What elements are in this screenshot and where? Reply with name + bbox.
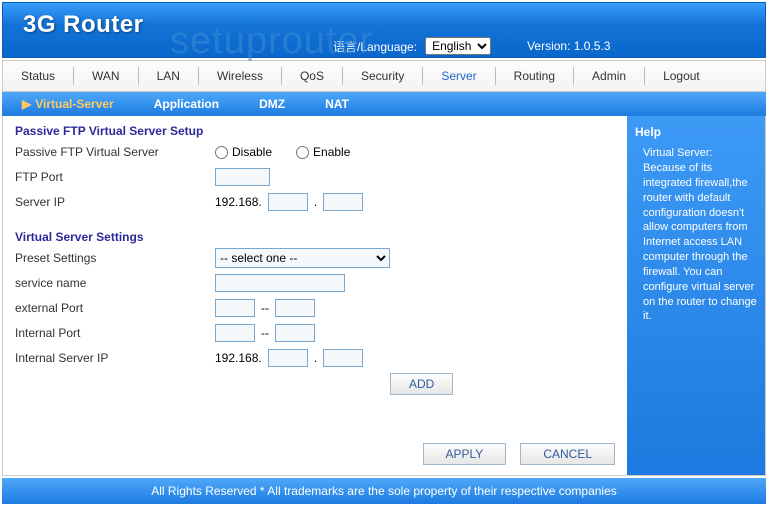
subtab-virtual-server[interactable]: ▶Virtual-Server [22,97,114,111]
add-button[interactable]: ADD [390,373,453,395]
server-ip-oct4[interactable] [323,193,363,211]
main-nav: Status WAN LAN Wireless QoS Security Ser… [2,60,766,92]
version-label: Version: 1.0.5.3 [527,39,610,53]
subtab-application[interactable]: Application [154,97,219,111]
tab-qos[interactable]: QoS [282,67,343,85]
ip-prefix-2: 192.168. [215,351,262,365]
label-ftp-port: FTP Port [15,170,215,184]
internal-ip-oct3[interactable] [268,349,308,367]
row-server-ip: Server IP 192.168. . [15,191,615,213]
row-ftp-port: FTP Port [15,166,615,188]
dash-1: -- [261,301,269,315]
tab-wan[interactable]: WAN [74,67,139,85]
external-port-end[interactable] [275,299,315,317]
passive-ftp-radios: Disable Enable [215,145,368,159]
internal-port-end[interactable] [275,324,315,342]
internal-ip-oct4[interactable] [323,349,363,367]
internal-port-start[interactable] [215,324,255,342]
tab-security[interactable]: Security [343,67,423,85]
row-external-port: external Port -- [15,297,615,319]
dash-2: -- [261,326,269,340]
label-service-name: service name [15,276,215,290]
section1-title: Passive FTP Virtual Server Setup [15,124,615,138]
radio-disable[interactable] [215,146,228,159]
label-server-ip: Server IP [15,195,215,209]
main-panel: Passive FTP Virtual Server Setup Passive… [3,116,627,475]
row-passive-ftp: Passive FTP Virtual Server Disable Enabl… [15,141,615,163]
row-preset: Preset Settings -- select one -- [15,247,615,269]
tab-lan[interactable]: LAN [139,67,199,85]
radio-enable[interactable] [296,146,309,159]
label-external-port: external Port [15,301,215,315]
service-name-input[interactable] [215,274,345,292]
subtab-nat[interactable]: NAT [325,97,349,111]
row-service-name: service name [15,272,615,294]
section2-title: Virtual Server Settings [15,230,615,244]
language-label: 语言/Language: [333,38,417,55]
cancel-button[interactable]: CANCEL [520,443,615,465]
tab-server[interactable]: Server [423,67,495,85]
row-internal-ip: Internal Server IP 192.168. . [15,347,615,369]
language-select[interactable]: English [425,37,491,55]
language-bar: 语言/Language: English Version: 1.0.5.3 [333,37,610,55]
server-ip-oct3[interactable] [268,193,308,211]
help-panel: Help Virtual Server: Because of its inte… [627,116,765,475]
tab-admin[interactable]: Admin [574,67,645,85]
tab-status[interactable]: Status [3,67,74,85]
footer: All Rights Reserved * All trademarks are… [2,478,766,504]
apply-button[interactable]: APPLY [423,443,507,465]
help-text: Virtual Server: Because of its integrate… [635,146,757,324]
tab-routing[interactable]: Routing [496,67,574,85]
ip-prefix-1: 192.168. [215,195,262,209]
label-internal-ip: Internal Server IP [15,351,215,365]
subtab-dmz[interactable]: DMZ [259,97,285,111]
tab-logout[interactable]: Logout [645,67,718,85]
content: Passive FTP Virtual Server Setup Passive… [2,116,766,476]
label-preset: Preset Settings [15,251,215,265]
external-port-start[interactable] [215,299,255,317]
arrow-icon: ▶ [22,97,31,111]
sub-nav: ▶Virtual-Server Application DMZ NAT [2,92,766,116]
label-internal-port: Internal Port [15,326,215,340]
tab-wireless[interactable]: Wireless [199,67,282,85]
label-passive-ftp: Passive FTP Virtual Server [15,145,215,159]
help-title: Help [635,124,757,140]
logo: 3G Router [3,3,765,39]
header: 3G Router 语言/Language: English Version: … [2,2,766,58]
preset-select[interactable]: -- select one -- [215,248,390,268]
row-internal-port: Internal Port -- [15,322,615,344]
ftp-port-input[interactable] [215,168,270,186]
